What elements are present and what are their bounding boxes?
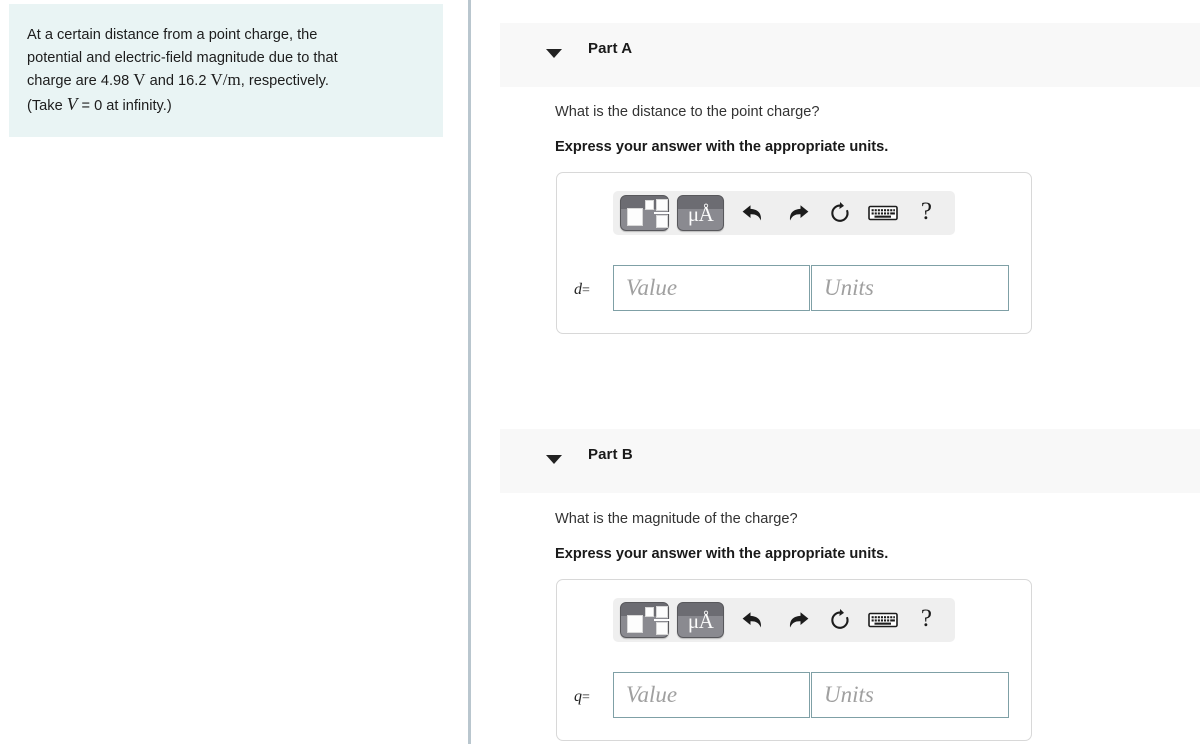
template-icon-button[interactable] (620, 195, 670, 231)
part-b-variable-symbol: q (574, 688, 582, 705)
part-a-toolbar: μÅ ? (613, 191, 955, 235)
part-a-answer-box: μÅ ? d= Value Units (556, 172, 1032, 334)
unit-volt-per-meter-num: V (210, 70, 223, 89)
part-b-express-instruction: Express your answer with the appropriate… (555, 546, 889, 562)
keyboard-icon[interactable] (862, 195, 905, 231)
part-a-units-input[interactable] (811, 265, 1009, 311)
part-a-header[interactable]: Part A (500, 23, 1200, 87)
help-question-mark-icon[interactable]: ? (905, 602, 948, 638)
reset-circular-arrow-icon[interactable] (819, 195, 862, 231)
keyboard-icon[interactable] (862, 602, 905, 638)
part-b-variable-label: q= (574, 688, 590, 706)
units-symbol-label: μÅ (687, 201, 714, 226)
part-b-equals-sign: = (582, 690, 590, 705)
problem-line-4-text-b: = 0 at infinity.) (81, 97, 172, 114)
problem-statement: At a certain distance from a point charg… (9, 4, 443, 137)
template-fraction-bar-icon (654, 212, 670, 214)
help-question-mark-icon[interactable]: ? (905, 195, 948, 231)
caret-down-icon[interactable] (546, 455, 562, 464)
part-a-title: Part A (588, 40, 633, 57)
part-b-toolbar: μÅ ? (613, 598, 955, 642)
part-b-value-input[interactable] (613, 672, 810, 718)
template-icon-button[interactable] (620, 602, 670, 638)
part-b-answer-box: μÅ ? q= Value Units (556, 579, 1032, 741)
problem-line-4-text-a: (Take (27, 97, 63, 114)
units-symbol-button[interactable]: μÅ (677, 195, 725, 231)
symbol-v: V (66, 93, 78, 114)
redo-arrow-icon[interactable] (775, 602, 818, 638)
units-symbol-button[interactable]: μÅ (677, 602, 725, 638)
part-a-equals-sign: = (582, 283, 590, 298)
problem-line-2: potential and electric-field magnitude d… (27, 49, 338, 66)
problem-line-3-text-a: charge are 4.98 (27, 73, 130, 89)
undo-arrow-icon[interactable] (732, 602, 775, 638)
problem-line-1: At a certain distance from a point charg… (27, 27, 318, 43)
answer-pane: Part A What is the distance to the point… (471, 0, 1200, 744)
part-a-question: What is the distance to the point charge… (555, 104, 820, 120)
template-numerator-icon (656, 199, 668, 211)
template-fraction-bar-icon (654, 619, 670, 621)
units-symbol-label: μÅ (687, 608, 714, 633)
template-small-square-icon (645, 200, 654, 210)
template-denominator-icon (656, 622, 668, 635)
template-large-square-icon (627, 615, 643, 633)
redo-arrow-icon[interactable] (775, 195, 818, 231)
part-a-variable-label: d= (574, 281, 590, 299)
undo-arrow-icon[interactable] (732, 195, 775, 231)
unit-volt-per-meter-den: m (227, 70, 241, 89)
template-small-square-icon (645, 607, 654, 617)
template-numerator-icon (656, 606, 668, 618)
part-b-question: What is the magnitude of the charge? (555, 511, 798, 527)
part-b-title: Part B (588, 446, 633, 463)
problem-pane: At a certain distance from a point charg… (0, 0, 469, 744)
part-a-variable-symbol: d (574, 281, 582, 298)
template-denominator-icon (656, 215, 668, 228)
part-a-value-input[interactable] (613, 265, 810, 311)
problem-line-3-text-b: and 16.2 (149, 73, 207, 89)
reset-circular-arrow-icon[interactable] (819, 602, 862, 638)
unit-volt: V (133, 70, 146, 89)
part-a-express-instruction: Express your answer with the appropriate… (555, 139, 889, 155)
problem-line-3-text-c: , respectively. (240, 73, 329, 89)
caret-down-icon[interactable] (546, 49, 562, 58)
part-b-units-input[interactable] (811, 672, 1009, 718)
template-large-square-icon (627, 208, 643, 226)
part-b-header[interactable]: Part B (500, 429, 1200, 493)
